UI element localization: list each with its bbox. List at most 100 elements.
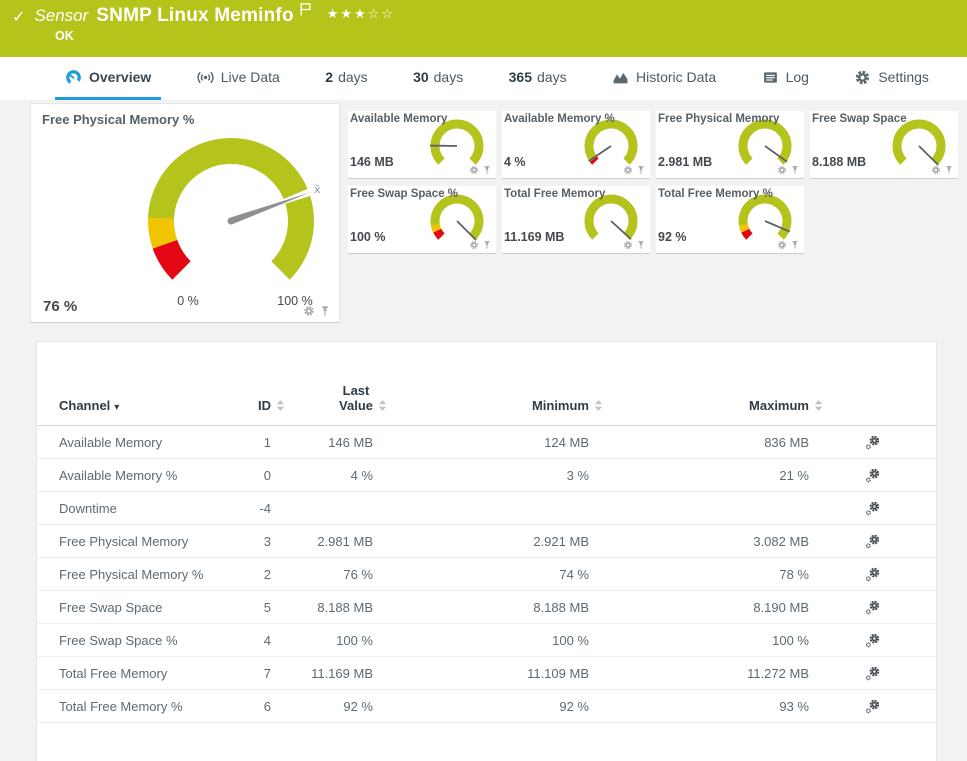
gauge-settings-gear-icon[interactable] (469, 240, 479, 250)
channel-name[interactable]: Downtime (37, 501, 217, 516)
channel-settings-icon[interactable] (864, 632, 881, 649)
tab-overview[interactable]: Overview (55, 57, 162, 100)
gauge-title: Total Free Memory % (658, 188, 773, 200)
channel-id: 6 (263, 698, 271, 714)
tab-number: 2 (325, 69, 334, 85)
channel-name[interactable]: Free Swap Space (37, 600, 217, 615)
channel-name[interactable]: Available Memory (37, 435, 217, 450)
gauge-value: 4 % (504, 155, 526, 169)
minimum-value: 2.921 MB (533, 533, 589, 549)
minimum-value: 3 % (566, 467, 589, 483)
gauge-scale-min: 0 % (177, 294, 199, 308)
row-actions (809, 631, 936, 648)
channel-id: 0 (263, 467, 271, 483)
channel-id: 3 (263, 533, 271, 549)
gauge-value: 100 % (350, 230, 386, 244)
gauge-pin-icon[interactable] (636, 165, 646, 175)
channel-table-panel: Channel ▾ ID Last Value Minimum Maximum Availa… (36, 341, 937, 761)
table-row-available-memory: Available Memory 1 146 MB 124 MB 836 MB (37, 426, 936, 459)
flag-icon[interactable] (300, 3, 311, 21)
channel-name[interactable]: Free Physical Memory % (37, 567, 217, 582)
tab-label: Historic Data (636, 69, 717, 85)
gauge-pin-icon[interactable] (636, 240, 646, 250)
tab-days[interactable]: 365 days (499, 57, 577, 100)
channel-settings-icon[interactable] (864, 566, 881, 583)
channel-name[interactable]: Free Physical Memory (37, 534, 217, 549)
row-actions (809, 565, 936, 582)
channel-settings-icon[interactable] (864, 665, 881, 682)
channel-name[interactable]: Available Memory % (37, 468, 217, 483)
column-label: Last Value (339, 383, 373, 413)
tab-label: days (433, 69, 464, 85)
gauge-value: 76 % (43, 298, 78, 315)
channel-settings-icon[interactable] (864, 533, 881, 550)
channel-id: -4 (259, 500, 271, 516)
status-check-icon: ✓ (12, 6, 26, 26)
table-row-total-free-memory-: Total Free Memory % 6 92 % 92 % 93 % (37, 690, 936, 723)
gauge-title: Total Free Memory (504, 188, 606, 200)
channel-table-body: Available Memory 1 146 MB 124 MB 836 MB Avail… (37, 426, 936, 723)
gauge-settings-gear-icon[interactable] (777, 165, 787, 175)
tab-number: 30 (413, 69, 429, 85)
tab-days[interactable]: 2 days (315, 57, 377, 100)
gauge-pin-icon[interactable] (482, 165, 492, 175)
priority-star-rating[interactable]: ★★★☆☆ (327, 7, 395, 22)
channel-settings-icon[interactable] (864, 500, 881, 517)
tab-days[interactable]: 30 days (403, 57, 473, 100)
gauge-settings-gear-icon[interactable] (469, 165, 479, 175)
gauge-pin-icon[interactable] (790, 165, 800, 175)
row-actions (809, 598, 936, 615)
maximum-value: 836 MB (764, 434, 809, 450)
gauge-pin-icon[interactable] (482, 240, 492, 250)
gauge-settings-gear-icon[interactable] (931, 165, 941, 175)
column-header-minimum[interactable]: Minimum (373, 398, 589, 413)
primary-channel-gauge-panel: Free Physical Memory % x̄ 76 % 0 % 100 % (30, 103, 340, 323)
column-header-channel[interactable]: Channel ▾ (37, 398, 217, 413)
channel-settings-icon[interactable] (864, 434, 881, 451)
minimum-value: 74 % (559, 566, 589, 582)
maximum-value: 8.190 MB (753, 599, 809, 615)
column-label: Maximum (749, 398, 809, 413)
table-row-downtime: Downtime -4 (37, 492, 936, 525)
gauge-cell-free-swap-space: Free Swap Space 8.188 MB (810, 111, 958, 179)
broadcast-icon (197, 69, 214, 86)
maximum-value: 21 % (779, 467, 809, 483)
tab-label: days (537, 69, 567, 85)
gauge-settings-gear-icon[interactable] (623, 240, 633, 250)
channel-name[interactable]: Free Swap Space % (37, 633, 217, 648)
minimum-value: 11.109 MB (527, 665, 589, 681)
channel-settings-icon[interactable] (864, 599, 881, 616)
channel-settings-icon[interactable] (864, 467, 881, 484)
tab-label: Log (785, 69, 809, 85)
row-actions (809, 433, 936, 450)
gauge-pin-icon[interactable] (319, 305, 331, 317)
tab-log[interactable]: Log (752, 57, 819, 100)
gauge-value: 92 % (658, 230, 687, 244)
free-physical-memory-gauge (148, 138, 314, 280)
channel-name[interactable]: Total Free Memory % (37, 699, 217, 714)
gauge-pin-icon[interactable] (790, 240, 800, 250)
gauge-settings-gear-icon[interactable] (623, 165, 633, 175)
last-value: 76 % (343, 566, 373, 582)
tab-settings[interactable]: Settings (844, 57, 939, 100)
tab-number: 365 (508, 69, 532, 85)
minimum-value: 100 % (552, 632, 589, 648)
object-kind-label: Sensor (34, 6, 89, 25)
minimum-value: 92 % (559, 698, 589, 714)
gauge-title: Free Physical Memory (658, 113, 780, 125)
tab-live-data[interactable]: Live Data (187, 57, 290, 100)
column-header-maximum[interactable]: Maximum (589, 398, 809, 413)
average-marker: x̄ (314, 183, 321, 196)
channel-gauge-grid: Available Memory 146 MB Available Memory %… (348, 111, 958, 254)
column-header-id[interactable]: ID (217, 398, 271, 413)
gauge-pin-icon[interactable] (944, 165, 954, 175)
table-row-free-physical-memory-: Free Physical Memory % 2 76 % 74 % 78 % (37, 558, 936, 591)
gauge-settings-gear-icon[interactable] (777, 240, 787, 250)
channel-name[interactable]: Total Free Memory (37, 666, 217, 681)
tab-historic-data[interactable]: Historic Data (602, 57, 726, 100)
last-value: 92 % (343, 698, 373, 714)
column-header-last-value[interactable]: Last Value (271, 383, 373, 413)
last-value: 4 % (350, 467, 373, 483)
channel-settings-icon[interactable] (864, 698, 881, 715)
gauge-settings-gear-icon[interactable] (303, 305, 315, 317)
